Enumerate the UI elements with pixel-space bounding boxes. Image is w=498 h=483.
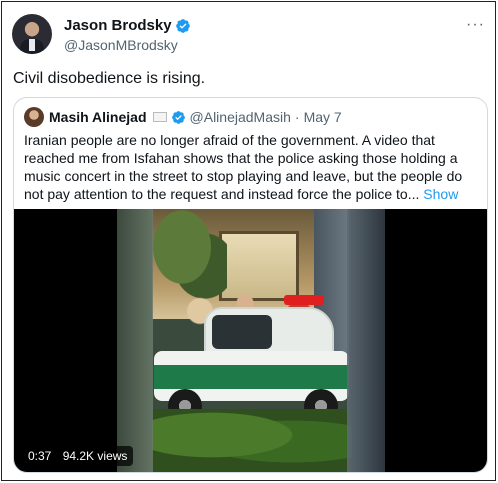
flag-icon bbox=[152, 112, 167, 122]
quoted-author-name[interactable]: Masih Alinejad bbox=[49, 109, 147, 125]
author-handle[interactable]: @JasonMBrodsky bbox=[64, 37, 178, 53]
verified-badge-icon bbox=[175, 19, 190, 33]
tweet-card: Jason Brodsky @JasonMBrodsky ··· Civil d… bbox=[1, 1, 496, 481]
author-display-name[interactable]: Jason Brodsky bbox=[64, 17, 172, 35]
video-stats-badge: 0:37 94.2K views bbox=[22, 446, 134, 466]
tweet-text: Civil disobedience is rising. bbox=[13, 70, 206, 87]
quoted-tweet-header: Masih Alinejad @AlinejadMasih · May 7 bbox=[24, 107, 342, 127]
quoted-author-avatar[interactable] bbox=[24, 107, 44, 127]
quoted-author-handle[interactable]: @AlinejadMasih bbox=[190, 109, 291, 125]
quoted-tweet-text: Iranian people are no longer afraid of t… bbox=[24, 132, 463, 202]
quoted-tweet-date[interactable]: May 7 bbox=[304, 109, 342, 125]
police-car-image bbox=[154, 295, 349, 423]
quoted-tweet[interactable]: Masih Alinejad @AlinejadMasih · May 7 Ir… bbox=[13, 97, 488, 473]
video-views: 94.2K views bbox=[62, 449, 128, 463]
video-player[interactable]: 0:37 94.2K views bbox=[14, 209, 487, 472]
more-horizontal-icon[interactable]: ··· bbox=[466, 16, 485, 34]
quoted-tweet-body: Iranian people are no longer afraid of t… bbox=[24, 131, 482, 221]
video-duration: 0:37 bbox=[28, 449, 52, 463]
separator-dot: · bbox=[294, 109, 300, 125]
author-name-row: Jason Brodsky bbox=[64, 17, 191, 35]
author-avatar[interactable] bbox=[12, 14, 52, 54]
verified-badge-icon bbox=[171, 110, 185, 124]
tweet-header: Jason Brodsky @JasonMBrodsky ··· bbox=[12, 14, 487, 58]
